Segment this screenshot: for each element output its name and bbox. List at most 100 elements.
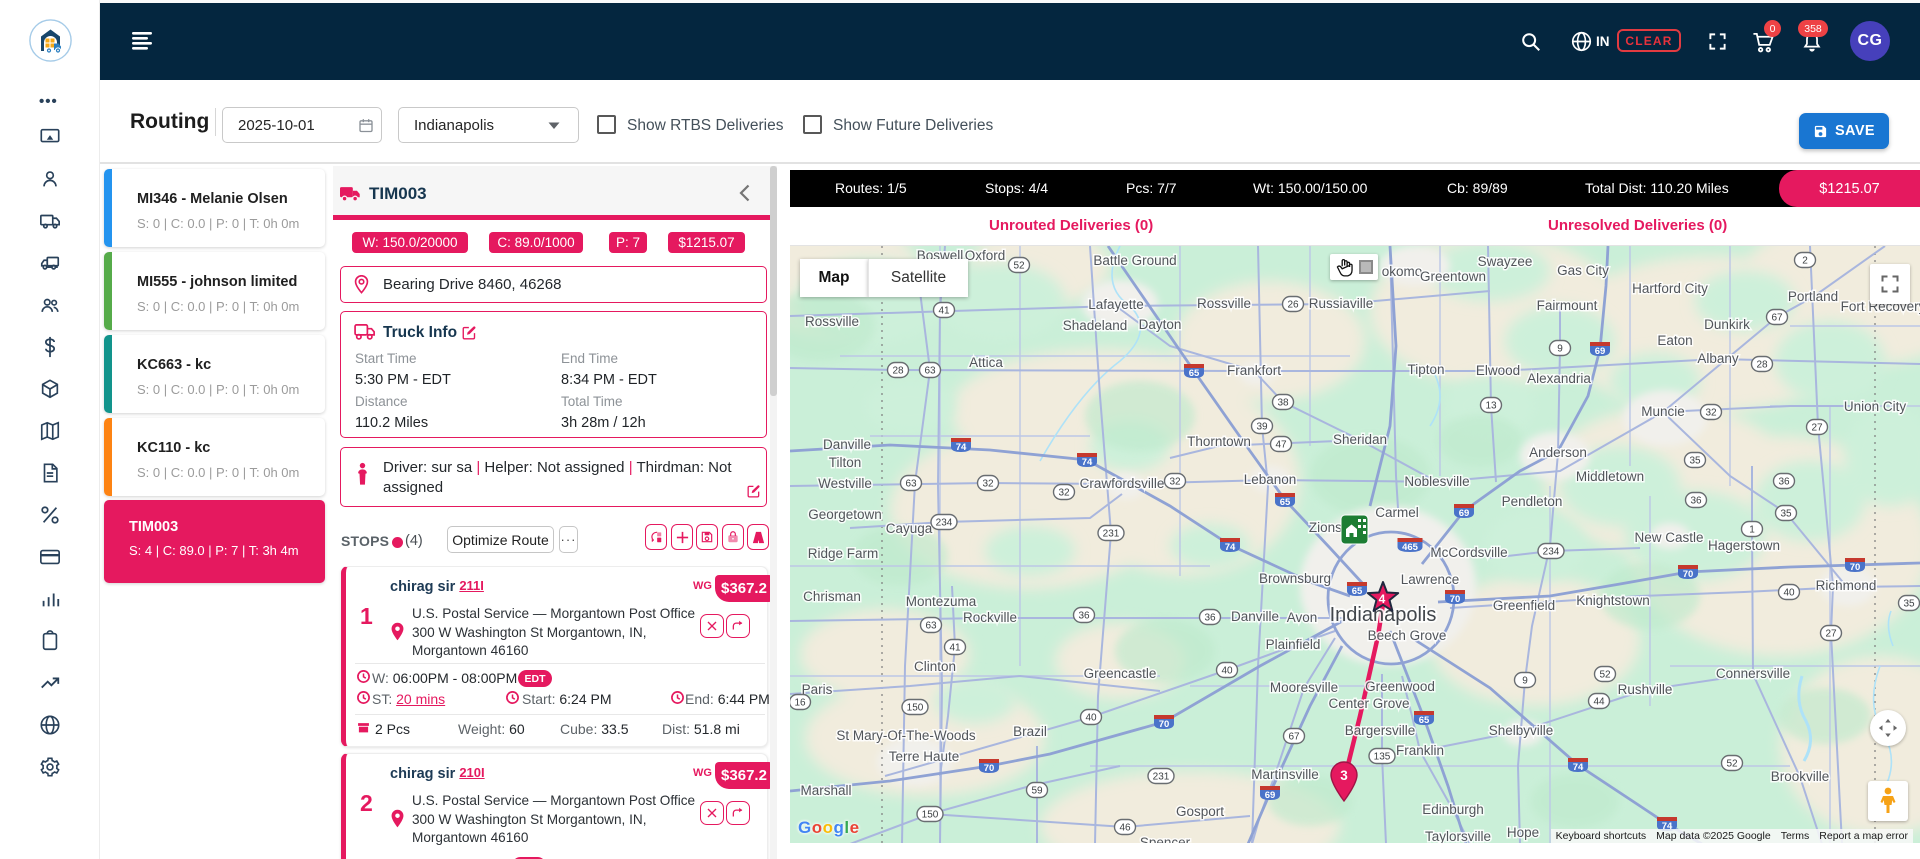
svg-text:Anderson: Anderson: [1529, 445, 1587, 460]
svg-text:465: 465: [1402, 542, 1419, 553]
svg-text:Rossville: Rossville: [1197, 296, 1251, 311]
svg-text:Shadeland: Shadeland: [1063, 318, 1128, 333]
svg-text:Oxford: Oxford: [965, 248, 1006, 263]
svg-text:13: 13: [1485, 401, 1497, 412]
svg-text:65: 65: [1280, 497, 1291, 508]
svg-text:Ridge Farm: Ridge Farm: [808, 546, 879, 561]
svg-text:Georgetown: Georgetown: [808, 507, 882, 522]
svg-text:Richmond: Richmond: [1816, 578, 1877, 593]
svg-text:70: 70: [984, 763, 995, 774]
svg-text:Carmel: Carmel: [1375, 505, 1419, 520]
svg-text:okomo: okomo: [1382, 264, 1423, 279]
svg-text:74: 74: [1573, 762, 1584, 773]
svg-text:Dayton: Dayton: [1139, 317, 1182, 332]
svg-text:74: 74: [1225, 542, 1236, 553]
svg-text:63: 63: [905, 479, 917, 490]
svg-text:32: 32: [1169, 477, 1181, 488]
svg-text:59: 59: [1031, 786, 1043, 797]
svg-text:Beech Grove: Beech Grove: [1368, 628, 1447, 643]
svg-text:32: 32: [1058, 488, 1070, 499]
svg-text:70: 70: [1683, 569, 1694, 580]
svg-text:36: 36: [1204, 613, 1216, 624]
svg-text:Frankfort: Frankfort: [1227, 363, 1281, 378]
svg-text:Montezuma: Montezuma: [906, 594, 977, 609]
svg-text:Shelbyville: Shelbyville: [1489, 723, 1554, 738]
svg-text:3: 3: [1340, 768, 1348, 783]
svg-text:Brazil: Brazil: [1013, 724, 1047, 739]
svg-text:Hartford City: Hartford City: [1632, 281, 1708, 296]
svg-text:135: 135: [1374, 752, 1391, 763]
svg-text:69: 69: [1595, 346, 1606, 357]
svg-text:Taylorsville: Taylorsville: [1425, 829, 1491, 843]
svg-text:Crawfordsville: Crawfordsville: [1080, 476, 1165, 491]
svg-text:Hagerstown: Hagerstown: [1708, 538, 1780, 553]
svg-text:52: 52: [1013, 261, 1025, 272]
svg-text:9: 9: [1522, 676, 1528, 687]
svg-text:27: 27: [1811, 423, 1823, 434]
svg-text:9: 9: [1557, 344, 1563, 355]
svg-text:Bargersville: Bargersville: [1345, 723, 1416, 738]
svg-text:65: 65: [1419, 715, 1430, 726]
svg-text:28: 28: [892, 366, 904, 377]
svg-text:65: 65: [1352, 586, 1363, 597]
svg-text:Martinsville: Martinsville: [1251, 767, 1319, 782]
svg-text:67: 67: [1771, 313, 1783, 324]
svg-text:Tipton: Tipton: [1407, 362, 1444, 377]
svg-text:70: 70: [1850, 562, 1861, 573]
svg-text:Fairmount: Fairmount: [1537, 298, 1598, 313]
svg-text:26: 26: [1287, 300, 1299, 311]
svg-text:Portland: Portland: [1788, 289, 1838, 304]
svg-text:New Castle: New Castle: [1634, 530, 1703, 545]
svg-text:35: 35: [1689, 456, 1701, 467]
svg-text:150: 150: [922, 810, 939, 821]
svg-text:Elwood: Elwood: [1476, 363, 1520, 378]
svg-text:Connersville: Connersville: [1716, 666, 1790, 681]
svg-text:74: 74: [956, 442, 967, 453]
svg-text:Terre Haute: Terre Haute: [889, 749, 960, 764]
svg-text:36: 36: [1778, 477, 1790, 488]
svg-text:Dunkirk: Dunkirk: [1704, 317, 1750, 332]
svg-text:Brownsburg: Brownsburg: [1259, 571, 1331, 586]
svg-text:2: 2: [1802, 256, 1808, 267]
svg-text:65: 65: [1189, 368, 1200, 379]
svg-text:Thorntown: Thorntown: [1187, 434, 1251, 449]
svg-text:Albany: Albany: [1697, 351, 1739, 366]
svg-text:40: 40: [1085, 713, 1097, 724]
svg-text:Danville: Danville: [823, 437, 871, 452]
svg-text:Lebanon: Lebanon: [1244, 472, 1297, 487]
svg-text:Attica: Attica: [969, 355, 1003, 370]
svg-text:Marshall: Marshall: [800, 783, 851, 798]
svg-text:40: 40: [1221, 666, 1233, 677]
svg-text:Mooresville: Mooresville: [1270, 680, 1338, 695]
svg-text:16: 16: [794, 698, 806, 709]
svg-text:Westville: Westville: [818, 476, 872, 491]
svg-text:Spencer: Spencer: [1140, 835, 1191, 843]
svg-text:Knightstown: Knightstown: [1576, 593, 1650, 608]
svg-text:70: 70: [1159, 719, 1170, 730]
svg-text:Middletown: Middletown: [1576, 469, 1644, 484]
svg-text:52: 52: [1726, 759, 1738, 770]
svg-text:Pendleton: Pendleton: [1502, 494, 1563, 509]
svg-text:St Mary-Of-The-Woods: St Mary-Of-The-Woods: [836, 728, 976, 743]
svg-text:Rockville: Rockville: [963, 610, 1017, 625]
svg-text:Alexandria: Alexandria: [1527, 371, 1591, 386]
svg-text:Chrisman: Chrisman: [803, 589, 861, 604]
svg-text:63: 63: [924, 366, 936, 377]
svg-text:69: 69: [1265, 790, 1276, 801]
svg-text:Rushville: Rushville: [1618, 682, 1673, 697]
svg-text:40: 40: [1783, 588, 1795, 599]
svg-text:32: 32: [1705, 408, 1717, 419]
svg-text:Greenfield: Greenfield: [1493, 598, 1555, 613]
svg-text:35: 35: [1780, 509, 1792, 520]
svg-text:Clinton: Clinton: [914, 659, 956, 674]
svg-text:Edinburgh: Edinburgh: [1422, 802, 1484, 817]
svg-text:Center Grove: Center Grove: [1328, 696, 1409, 711]
svg-text:Lafayette: Lafayette: [1088, 297, 1144, 312]
svg-text:Gas City: Gas City: [1557, 263, 1609, 278]
svg-text:McCordsville: McCordsville: [1430, 545, 1507, 560]
svg-text:1: 1: [1749, 525, 1755, 536]
svg-text:39: 39: [1256, 422, 1268, 433]
svg-text:Tilton: Tilton: [829, 455, 862, 470]
svg-text:Sheridan: Sheridan: [1333, 432, 1387, 447]
svg-text:35: 35: [1903, 599, 1915, 610]
